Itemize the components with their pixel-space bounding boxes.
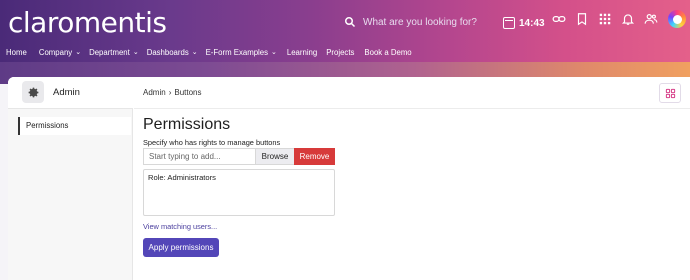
link-icon[interactable] (551, 11, 567, 27)
admin-badge (22, 81, 44, 103)
breadcrumb-admin[interactable]: Admin (143, 88, 166, 97)
page-title: Permissions (143, 116, 231, 133)
clock-widget[interactable]: 14:43 (503, 17, 545, 29)
breadcrumb-current: Buttons (174, 88, 202, 97)
claromentis-logo[interactable]: claromentis (8, 6, 167, 39)
divider (134, 108, 690, 109)
main-nav: Home Company ⌄ Department ⌄ Dashboards ⌄… (0, 44, 412, 60)
nav-department[interactable]: Department ⌄ (89, 48, 139, 57)
bookmark-icon[interactable] (574, 11, 590, 27)
chevron-down-icon: ⌄ (271, 49, 277, 56)
chevron-down-icon: ⌄ (132, 49, 139, 56)
selected-permissions-list[interactable]: Role: Administrators (143, 169, 335, 216)
permission-search-input[interactable] (143, 148, 255, 165)
header-tools: 14:43 (503, 13, 545, 33)
list-item[interactable]: Role: Administrators (148, 173, 216, 182)
search-icon (345, 17, 356, 28)
nav-home[interactable]: Home (6, 48, 27, 57)
apply-permissions-button[interactable]: Apply permissions (143, 238, 219, 257)
calendar-icon (503, 17, 515, 29)
page-menu-button[interactable] (659, 83, 681, 103)
bell-icon[interactable] (620, 11, 636, 27)
nav-book-demo[interactable]: Book a Demo (364, 48, 411, 57)
clock-time: 14:43 (519, 17, 545, 29)
global-search[interactable]: What are you looking for? (344, 16, 477, 28)
chevron-down-icon: ⌄ (191, 49, 198, 56)
breadcrumb: Admin › Buttons (143, 88, 202, 97)
sidebar-item-permissions[interactable]: Permissions (18, 117, 131, 135)
search-placeholder: What are you looking for? (363, 16, 477, 28)
claromentis-logo-icon[interactable] (668, 10, 686, 28)
sidebar-title: Admin (53, 87, 80, 98)
widgets-icon (665, 88, 675, 98)
nav-learning[interactable]: Learning (287, 48, 317, 57)
remove-button[interactable]: Remove (294, 148, 335, 165)
chevron-down-icon: ⌄ (75, 49, 82, 56)
view-matching-users-link[interactable]: View matching users... (143, 222, 217, 231)
nav-company[interactable]: Company ⌄ (39, 48, 81, 57)
nav-dashboards[interactable]: Dashboards ⌄ (147, 48, 198, 57)
browse-button[interactable]: Browse (255, 148, 294, 165)
apps-grid-icon[interactable] (597, 11, 613, 27)
gear-icon (28, 87, 38, 97)
nav-projects[interactable]: Projects (326, 48, 354, 57)
permissions-description: Specify who has rights to manage buttons (143, 138, 281, 147)
nav-eform-examples[interactable]: E-Form Examples ⌄ (206, 48, 277, 57)
chevron-right-icon: › (168, 88, 172, 97)
sidebar-header: Admin (8, 77, 133, 109)
people-icon[interactable] (643, 11, 659, 27)
